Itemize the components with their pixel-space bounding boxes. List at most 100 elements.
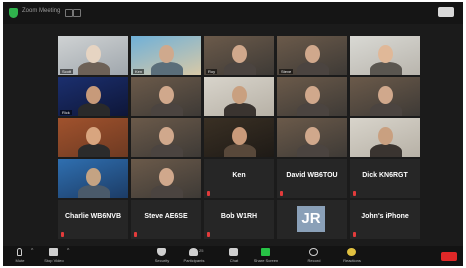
info-icon[interactable] [65, 9, 73, 17]
chevron-up-icon[interactable]: ^ [31, 248, 33, 254]
participant-tile[interactable]: JR [277, 200, 347, 239]
participant-face [159, 127, 174, 145]
participant-tile[interactable] [204, 118, 274, 157]
participant-body [297, 103, 329, 116]
grid-icon[interactable] [73, 9, 81, 17]
participant-tile[interactable] [350, 36, 420, 75]
smiley-icon [347, 248, 356, 256]
participant-tile[interactable]: Scott [58, 36, 128, 75]
avatar: JR [297, 206, 325, 232]
chat-button[interactable]: Chat [221, 247, 247, 265]
participant-tile[interactable]: David WB6TOU [277, 159, 347, 198]
record-label: Record [307, 258, 321, 263]
window-title: Zoom Meeting [22, 8, 61, 14]
zoom-window: Zoom Meeting Scott Ken Roy Steve Rick Ken Davi… [3, 2, 463, 266]
participant-body [151, 144, 183, 157]
view-button[interactable] [438, 7, 454, 17]
mute-button[interactable]: Mute [7, 247, 33, 265]
video-feed [277, 77, 347, 116]
participants-icon [189, 248, 198, 256]
record-button[interactable]: Record [301, 247, 327, 265]
participant-face [378, 127, 393, 145]
participant-face [305, 45, 320, 63]
reactions-button[interactable]: Reactions [339, 247, 365, 265]
muted-mic-icon [207, 232, 210, 237]
video-feed [58, 159, 128, 198]
end-meeting-button[interactable] [441, 252, 457, 261]
participant-name: Scott [60, 69, 74, 74]
participant-body [151, 103, 183, 116]
participant-face [232, 127, 247, 145]
participant-tile[interactable] [277, 118, 347, 157]
participant-name: Steve AE6SE [144, 213, 188, 220]
stop-video-button[interactable]: Stop Video [41, 247, 67, 265]
share-screen-label: Share Screen [253, 258, 279, 263]
participants-count: 25 [199, 248, 204, 253]
mute-label: Mute [15, 258, 25, 263]
share-screen-button[interactable]: Share Screen [253, 247, 279, 265]
participant-body [78, 103, 110, 116]
participant-face [305, 86, 320, 104]
gallery-grid: Scott Ken Roy Steve Rick Ken David WB6TOU Dick … [58, 36, 420, 241]
participant-tile[interactable] [350, 118, 420, 157]
participant-body [78, 185, 110, 198]
participant-body [224, 62, 256, 75]
participant-face [86, 168, 101, 186]
participant-tile[interactable]: Roy [204, 36, 274, 75]
participant-face [86, 86, 101, 104]
participant-name: David WB6TOU [286, 172, 338, 179]
participant-tile[interactable]: Ken [131, 36, 201, 75]
participant-tile[interactable]: Dick KN6RGT [350, 159, 420, 198]
participant-body [78, 144, 110, 157]
participant-body [151, 185, 183, 198]
participant-tile[interactable] [350, 77, 420, 116]
participant-tile[interactable] [131, 77, 201, 116]
participant-face [86, 45, 101, 63]
participant-tile[interactable] [58, 118, 128, 157]
chevron-up-icon[interactable]: ^ [67, 248, 69, 254]
participant-body [370, 103, 402, 116]
participant-tile[interactable] [277, 77, 347, 116]
video-feed [204, 118, 274, 157]
participant-name: Charlie WB6NVB [64, 213, 121, 220]
participant-tile[interactable]: John's iPhone [350, 200, 420, 239]
participant-tile[interactable]: Steve [277, 36, 347, 75]
participant-body [370, 144, 402, 157]
participant-face [232, 45, 247, 63]
video-feed [131, 159, 201, 198]
muted-mic-icon [61, 232, 64, 237]
participant-tile[interactable]: Steve AE6SE [131, 200, 201, 239]
stop-video-label: Stop Video [44, 258, 64, 263]
participant-face [305, 127, 320, 145]
security-button[interactable]: Security [149, 247, 175, 265]
participant-body [297, 144, 329, 157]
participant-body [224, 103, 256, 116]
participant-tile[interactable] [131, 159, 201, 198]
video-camera-icon [49, 248, 58, 256]
chat-bubble-icon [229, 248, 238, 256]
video-feed [277, 118, 347, 157]
video-feed [350, 36, 420, 75]
reactions-label: Reactions [343, 258, 361, 263]
participant-body [370, 62, 402, 75]
muted-mic-icon [353, 232, 356, 237]
participant-body [224, 144, 256, 157]
participant-body [151, 62, 183, 75]
video-feed [131, 77, 201, 116]
video-feed [58, 118, 128, 157]
participant-body [78, 62, 110, 75]
participant-tile[interactable] [204, 77, 274, 116]
participant-face [159, 86, 174, 104]
video-feed [131, 118, 201, 157]
participant-tile[interactable] [58, 159, 128, 198]
participant-tile[interactable] [131, 118, 201, 157]
participant-name: Bob W1RH [220, 213, 258, 220]
muted-mic-icon [134, 232, 137, 237]
participant-tile[interactable]: Rick [58, 77, 128, 116]
participants-button[interactable]: 25 Participants [181, 247, 207, 265]
security-shield-icon[interactable] [9, 8, 18, 18]
participant-name: Rick [60, 110, 72, 115]
participant-tile[interactable]: Ken [204, 159, 274, 198]
participant-tile[interactable]: Charlie WB6NVB [58, 200, 128, 239]
participant-tile[interactable]: Bob W1RH [204, 200, 274, 239]
